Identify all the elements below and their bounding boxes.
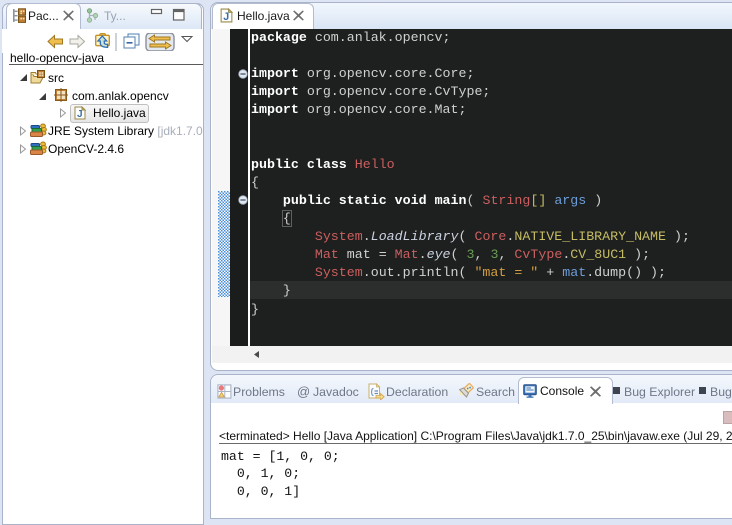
svg-text:J: J: [77, 109, 83, 120]
svg-text:J: J: [223, 11, 229, 23]
